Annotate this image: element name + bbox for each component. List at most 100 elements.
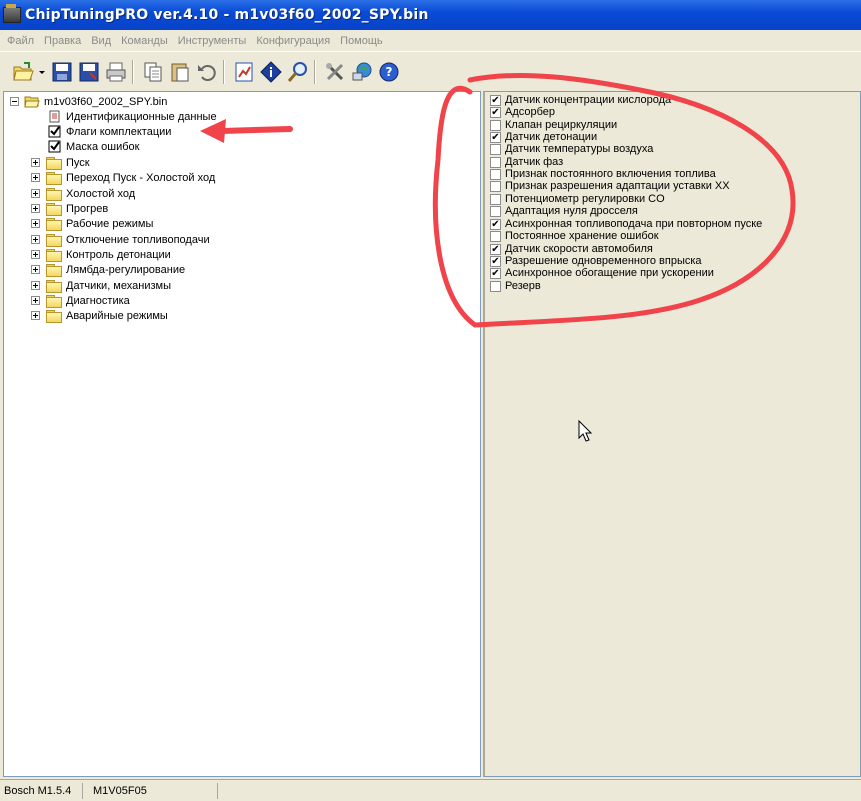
flag-label: Асинхронная топливоподача при повторном … (505, 218, 763, 230)
tree-root-label: m1v03f60_2002_SPY.bin (44, 95, 168, 108)
expand-toggle[interactable] (31, 235, 40, 244)
checkbox[interactable] (490, 156, 501, 168)
flag-checkbox[interactable]: ✔ Датчик скорости автомобиля (490, 243, 653, 255)
tree-folder[interactable]: Рабочие режимы (31, 216, 153, 231)
expand-toggle[interactable] (31, 265, 40, 274)
search-icon[interactable] (285, 59, 310, 84)
tree-folder[interactable]: Контроль детонации (31, 247, 171, 262)
expand-toggle[interactable] (31, 173, 40, 182)
tree-folder[interactable]: Холостой ход (31, 186, 135, 201)
save-as-icon[interactable] (76, 59, 101, 84)
open-folder-icon (24, 96, 40, 108)
flag-label: Резерв (505, 280, 541, 292)
chart-icon[interactable] (231, 59, 256, 84)
tree-folder[interactable]: Аварийные режимы (31, 308, 168, 323)
folder-icon (46, 171, 62, 185)
tree-root[interactable]: m1v03f60_2002_SPY.bin (10, 94, 167, 109)
checkbox[interactable]: ✔ (490, 131, 501, 143)
tree-folder[interactable]: Диагностика (31, 293, 130, 308)
status-ecu: Bosch M1.5.4 (0, 782, 83, 799)
tree-folder[interactable]: Лямбда-регулирование (31, 262, 185, 277)
flag-checkbox[interactable]: Потенциометр регулировки CO (490, 193, 665, 205)
tree-folder-label: Контроль детонации (66, 248, 171, 261)
folder-icon (46, 309, 62, 323)
tree-folder[interactable]: Прогрев (31, 201, 108, 216)
flag-checkbox[interactable]: Признак постоянного включения топлива (490, 168, 716, 180)
checkbox[interactable]: ✔ (490, 218, 501, 230)
flag-checkbox[interactable]: ✔ Датчик детонации (490, 131, 597, 143)
print-icon[interactable] (103, 59, 128, 84)
tree-folder-label: Холостой ход (66, 187, 136, 200)
collapse-toggle[interactable] (10, 97, 19, 106)
flag-checkbox[interactable]: Датчик фаз (490, 156, 563, 168)
menu-help[interactable]: Помощь (336, 35, 387, 47)
tree-folder-label: Диагностика (66, 294, 130, 307)
flag-checkbox[interactable]: Постоянное хранение ошибок (490, 230, 659, 242)
expand-toggle[interactable] (31, 296, 40, 305)
flag-checkbox[interactable]: ✔ Асинхронное обогащение при ускорении (490, 267, 714, 279)
checkbox[interactable] (490, 168, 501, 180)
status-bar: Bosch M1.5.4 M1V05F05 (0, 779, 861, 801)
save-icon[interactable] (49, 59, 74, 84)
menu-file[interactable]: Файл (3, 35, 38, 47)
flag-label: Адаптация нуля дросселя (505, 205, 638, 217)
flag-checkbox[interactable]: Адаптация нуля дросселя (490, 205, 638, 217)
flag-checkbox[interactable]: ✔ Разрешение одновременного впрыска (490, 255, 702, 267)
flag-checkbox[interactable]: Клапан рециркуляции (490, 119, 617, 131)
tree-folder[interactable]: Переход Пуск - Холостой ход (31, 170, 215, 185)
menu-tools[interactable]: Инструменты (174, 35, 251, 47)
tree-leaf-flags[interactable]: Флаги комплектации (48, 124, 171, 139)
tools-icon[interactable] (322, 59, 347, 84)
tree-folder-label: Отключение топливоподачи (66, 233, 210, 246)
flag-checkbox[interactable]: ✔ Датчик концентрации кислорода (490, 94, 671, 106)
tree-folder[interactable]: Отключение топливоподачи (31, 232, 210, 247)
folder-icon (46, 217, 62, 231)
checkbox[interactable] (490, 230, 501, 242)
copy-icon[interactable] (140, 59, 165, 84)
flag-label: Асинхронное обогащение при ускорении (505, 267, 714, 279)
checkbox[interactable] (490, 193, 501, 205)
info-icon[interactable] (258, 59, 283, 84)
tree-leaf-error-mask[interactable]: Маска ошибок (48, 139, 139, 154)
expand-toggle[interactable] (31, 281, 40, 290)
menu-edit[interactable]: Правка (40, 35, 85, 47)
tree-folder[interactable]: Датчики, механизмы (31, 278, 171, 293)
flag-checkbox[interactable]: Датчик температуры воздуха (490, 143, 653, 155)
flag-checkbox[interactable]: Резерв (490, 280, 541, 292)
checkbox[interactable] (490, 205, 501, 217)
checkbox[interactable]: ✔ (490, 255, 501, 267)
undo-icon[interactable] (194, 59, 219, 84)
menu-configuration[interactable]: Конфигурация (252, 35, 334, 47)
expand-toggle[interactable] (31, 158, 40, 167)
status-firmware: M1V05F05 (83, 782, 218, 799)
checkbox[interactable]: ✔ (490, 267, 501, 279)
flag-checkbox[interactable]: Признак разрешения адаптации уставки ХХ (490, 180, 730, 192)
menu-view[interactable]: Вид (87, 35, 115, 47)
flag-checkbox[interactable]: ✔ Адсорбер (490, 106, 555, 118)
expand-toggle[interactable] (31, 311, 40, 320)
checkbox[interactable]: ✔ (490, 106, 501, 118)
checkbox[interactable] (490, 143, 501, 155)
expand-toggle[interactable] (31, 189, 40, 198)
flag-checkbox[interactable]: ✔ Асинхронная топливоподача при повторном… (490, 218, 762, 230)
dropdown-icon[interactable] (37, 59, 47, 84)
open-icon[interactable] (10, 59, 35, 84)
expand-toggle[interactable] (31, 219, 40, 228)
checkbox[interactable] (490, 180, 501, 192)
network-icon[interactable] (349, 59, 374, 84)
checkbox[interactable] (490, 280, 501, 292)
tree-leaf-identification[interactable]: Идентификационные данные (48, 109, 217, 124)
tree-folder[interactable]: Пуск (31, 155, 90, 170)
toolbar: ? (0, 51, 861, 91)
expand-toggle[interactable] (31, 250, 40, 259)
help-icon[interactable]: ? (376, 59, 401, 84)
checkbox[interactable]: ✔ (490, 243, 501, 255)
menu-bar: Файл Правка Вид Команды Инструменты Конф… (0, 30, 861, 51)
checkbox[interactable]: ✔ (490, 94, 501, 106)
checkbox[interactable] (490, 119, 501, 131)
paste-icon[interactable] (167, 59, 192, 84)
tree-leaf-label: Маска ошибок (66, 140, 140, 153)
checkbox-icon (48, 140, 61, 153)
expand-toggle[interactable] (31, 204, 40, 213)
menu-commands[interactable]: Команды (117, 35, 172, 47)
